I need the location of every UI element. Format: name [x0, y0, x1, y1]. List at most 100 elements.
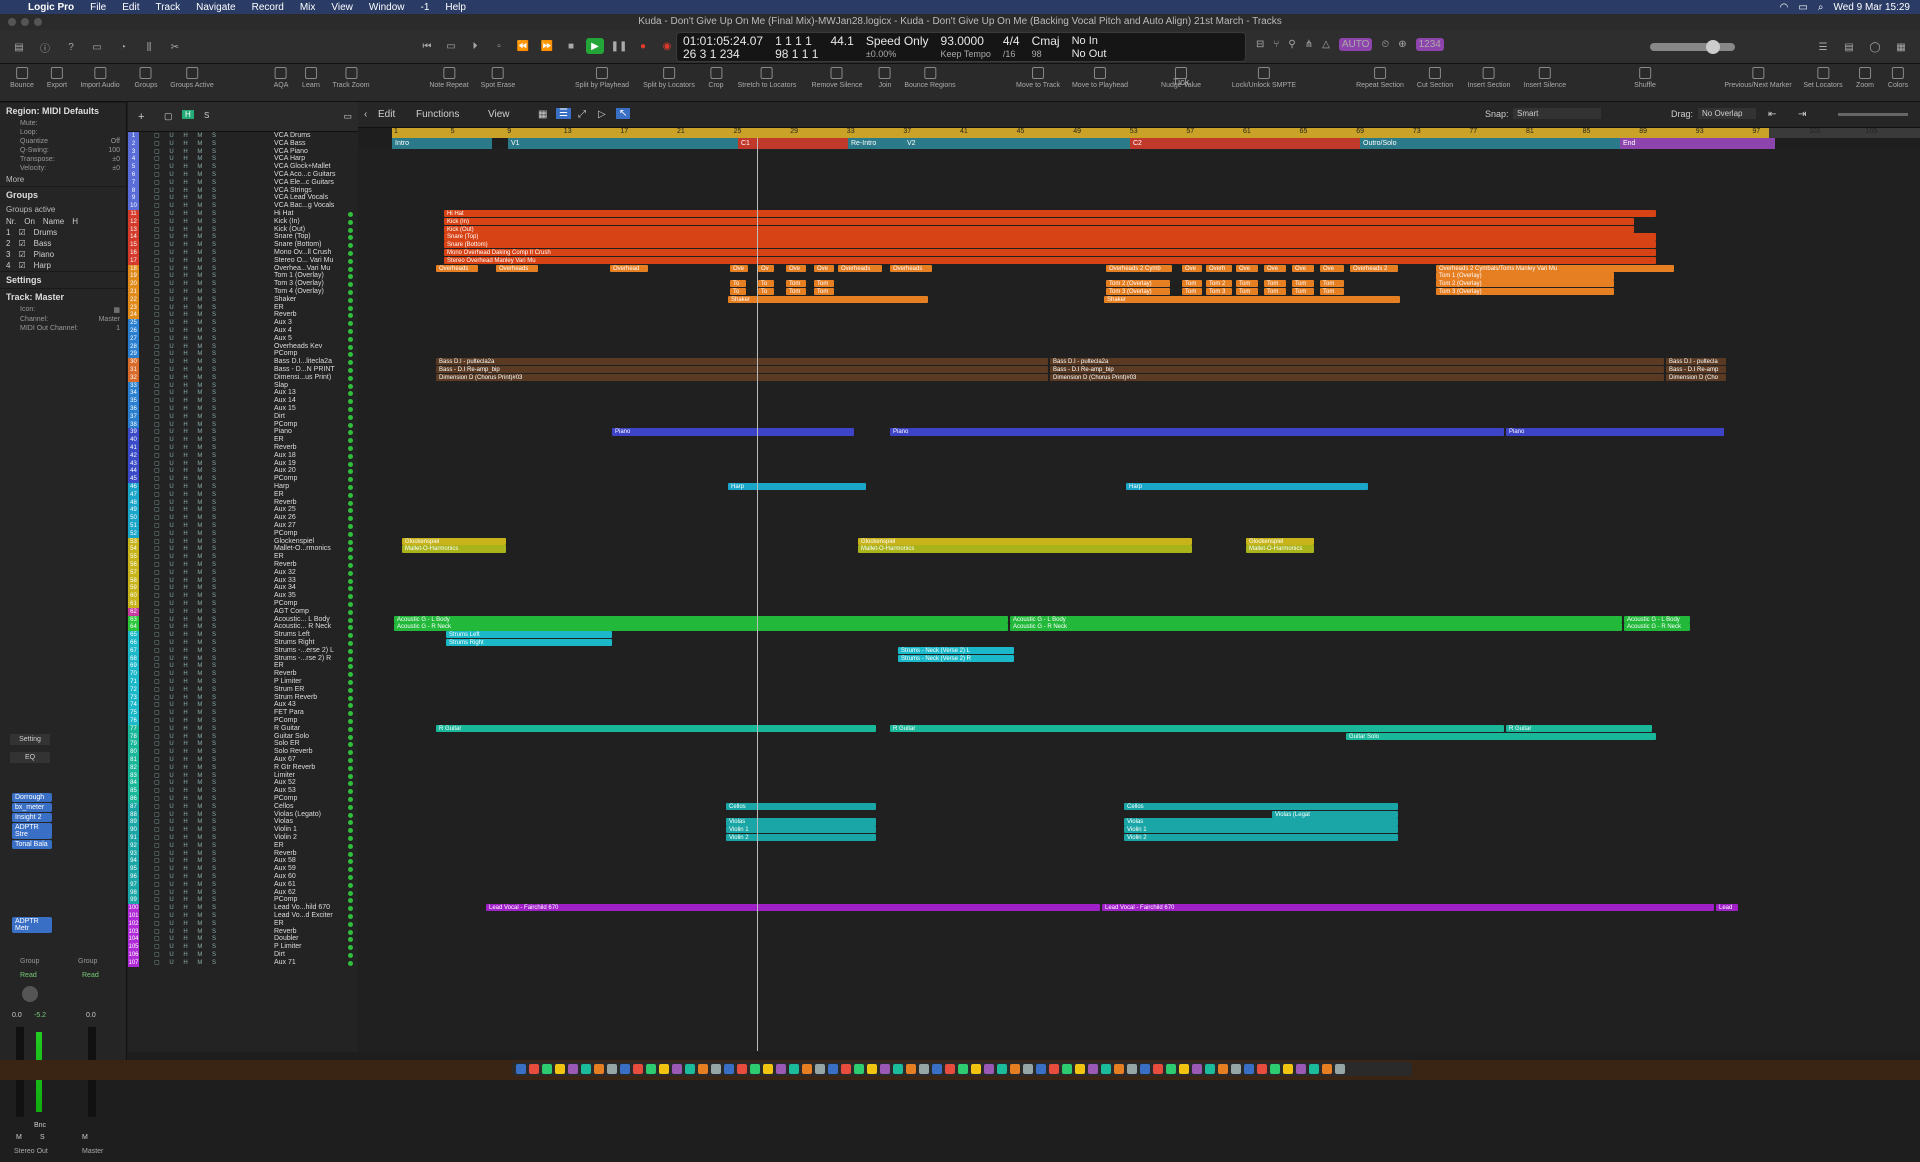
dock-app-icon[interactable] — [1036, 1064, 1046, 1074]
track-buttons[interactable]: ▢ U H M S — [154, 428, 220, 436]
region[interactable]: To — [730, 288, 746, 296]
toolbar-split-by-playhead[interactable]: Split by Playhead — [575, 67, 629, 89]
dock-app-icon[interactable] — [633, 1064, 643, 1074]
play-from-selection-icon[interactable]: ▭ — [442, 38, 460, 54]
track-name[interactable]: Reverb — [274, 670, 297, 678]
track-buttons[interactable]: ▢ U H M S — [154, 787, 220, 795]
track-name[interactable]: PComp — [274, 421, 297, 429]
replace-icon[interactable]: ⊟ — [1256, 39, 1264, 50]
region[interactable]: Snare (Top) — [444, 233, 1656, 241]
track-buttons[interactable]: ▢ U H M S — [154, 655, 220, 663]
track-buttons[interactable]: ▢ U H M S — [154, 280, 220, 288]
region[interactable]: Cellos — [1124, 802, 1398, 810]
region[interactable]: Bass D.I - pultecla2a — [1050, 358, 1664, 366]
automation-read[interactable]: Read — [20, 972, 37, 979]
tracks-area[interactable]: Hi Hat Kick (In) Kick (Out) Snare (Top) Snar… — [358, 149, 1920, 1052]
dock-app-icon[interactable] — [711, 1064, 721, 1074]
track-name[interactable]: VCA Strings — [274, 187, 312, 195]
track-name[interactable]: Piano — [274, 428, 292, 436]
dock-app-icon[interactable] — [1309, 1064, 1319, 1074]
dock-app-icon[interactable] — [659, 1064, 669, 1074]
bar-ruler[interactable]: 1 5 9 13 17 21 25 29 33 37 41 45 49 53 57 61 65 69 73 77 81 8… — [392, 128, 1920, 138]
region[interactable]: R Guitar — [890, 724, 1504, 732]
track-name[interactable]: VCA Harp — [274, 155, 305, 163]
track-name[interactable]: Reverb — [274, 499, 297, 507]
region[interactable]: Shaker — [1104, 295, 1400, 303]
track-buttons[interactable]: ▢ U H M S — [154, 460, 220, 468]
region[interactable]: Overheads — [838, 264, 882, 272]
track-buttons[interactable]: ▢ U H M S — [154, 218, 220, 226]
track-name[interactable]: Tom 4 (Overlay) — [274, 288, 324, 296]
region[interactable]: Overheads — [496, 264, 538, 272]
region[interactable]: Tom 2 — [1206, 280, 1232, 288]
track-buttons[interactable]: ▢ U H M S — [154, 545, 220, 553]
count-badge[interactable]: 1234 — [1415, 38, 1444, 51]
track-name[interactable]: Aux 25 — [274, 506, 296, 514]
track-name[interactable]: VCA Ele...c Guitars — [274, 179, 334, 187]
track-buttons[interactable]: ▢ U H M S — [154, 179, 220, 187]
dock-app-icon[interactable] — [542, 1064, 552, 1074]
menu-file[interactable]: File — [82, 2, 114, 13]
dock-app-icon[interactable] — [516, 1064, 526, 1074]
play-button[interactable]: ▶ — [586, 38, 604, 54]
track-name[interactable]: Strums -...rse 2) R — [274, 655, 331, 663]
dock-app-icon[interactable] — [737, 1064, 747, 1074]
track-name[interactable]: Acoustic... R Neck — [274, 623, 331, 631]
stop-icon[interactable]: ■ — [562, 38, 580, 54]
region[interactable]: Ove — [1320, 264, 1344, 272]
region[interactable]: Bass - D.I Re-amp_bip — [1050, 366, 1664, 374]
track-buttons[interactable]: ▢ U H M S — [154, 491, 220, 499]
track-name[interactable]: Shaker — [274, 296, 296, 304]
drag-select[interactable]: No Overlap — [1698, 108, 1756, 119]
track-name[interactable]: Aux 13 — [274, 389, 296, 397]
track-name[interactable]: Reverb — [274, 850, 297, 858]
region-inspector-header[interactable]: Region: MIDI Defaults — [0, 102, 126, 119]
track-buttons[interactable]: ▢ U H M S — [154, 592, 220, 600]
track-buttons[interactable]: ▢ U H M S — [154, 639, 220, 647]
region[interactable]: Overheads 2 Cymbals/Toms Manley Vari Mu — [1436, 264, 1674, 272]
region[interactable]: Kick (Out) — [444, 225, 1634, 233]
master-mute-button[interactable]: M — [82, 1134, 88, 1141]
track-name[interactable]: VCA Bac...g Vocals — [274, 202, 334, 210]
region[interactable]: Shaker — [728, 295, 928, 303]
region[interactable]: Mallet-O-Harmonics — [858, 545, 1192, 553]
dock-app-icon[interactable] — [685, 1064, 695, 1074]
track-name[interactable]: Strum ER — [274, 686, 304, 694]
plugin-slot[interactable]: Dorrough — [12, 793, 52, 802]
track-name[interactable]: Aux 33 — [274, 577, 296, 585]
track-name[interactable]: Strum Reverb — [274, 694, 317, 702]
track-name[interactable]: Harp — [274, 483, 289, 491]
track-buttons[interactable]: ▢ U H M S — [154, 873, 220, 881]
dock-app-icon[interactable] — [997, 1064, 1007, 1074]
region[interactable]: To — [758, 288, 774, 296]
track-name[interactable]: VCA Lead Vocals — [274, 194, 328, 202]
loop-browser-icon[interactable]: ◯ — [1866, 39, 1884, 55]
marker[interactable]: End — [1620, 138, 1775, 149]
track-name[interactable]: PComp — [274, 530, 297, 538]
back-icon[interactable]: ‹ — [364, 109, 367, 120]
region[interactable]: Violin 1 — [1124, 826, 1398, 834]
region[interactable]: Tom — [1182, 280, 1202, 288]
region[interactable]: Acoustic G - L Body — [1624, 615, 1690, 623]
smart-controls-icon[interactable]: ◔ — [114, 39, 132, 55]
toolbar-bounce-regions[interactable]: Bounce Regions — [904, 67, 956, 89]
mute-button[interactable]: M — [16, 1134, 22, 1141]
track-name[interactable]: Solo ER — [274, 740, 300, 748]
region[interactable]: Guitar Solo — [1346, 732, 1656, 740]
toolbar-repeat-section[interactable]: Repeat Section — [1356, 67, 1404, 89]
dock-app-icon[interactable] — [1166, 1064, 1176, 1074]
track-buttons[interactable]: ▢ U H M S — [154, 748, 220, 756]
toolbar-set-locators[interactable]: Set Locators — [1803, 67, 1843, 89]
track-buttons[interactable]: ▢ U H M S — [154, 444, 220, 452]
track-buttons[interactable]: ▢ U H M S — [154, 896, 220, 904]
dock-app-icon[interactable] — [1023, 1064, 1033, 1074]
lcd-key[interactable]: Cmaj — [1032, 35, 1060, 48]
dock-app-icon[interactable] — [1062, 1064, 1072, 1074]
track-name[interactable]: Violas (Legato) — [274, 811, 321, 819]
dock-app-icon[interactable] — [971, 1064, 981, 1074]
track-buttons[interactable]: ▢ U H M S — [154, 686, 220, 694]
dock-app-icon[interactable] — [854, 1064, 864, 1074]
menu-mix[interactable]: Mix — [292, 2, 324, 13]
track-buttons[interactable]: ▢ U H M S — [154, 233, 220, 241]
track-name[interactable]: Aux 52 — [274, 779, 296, 787]
